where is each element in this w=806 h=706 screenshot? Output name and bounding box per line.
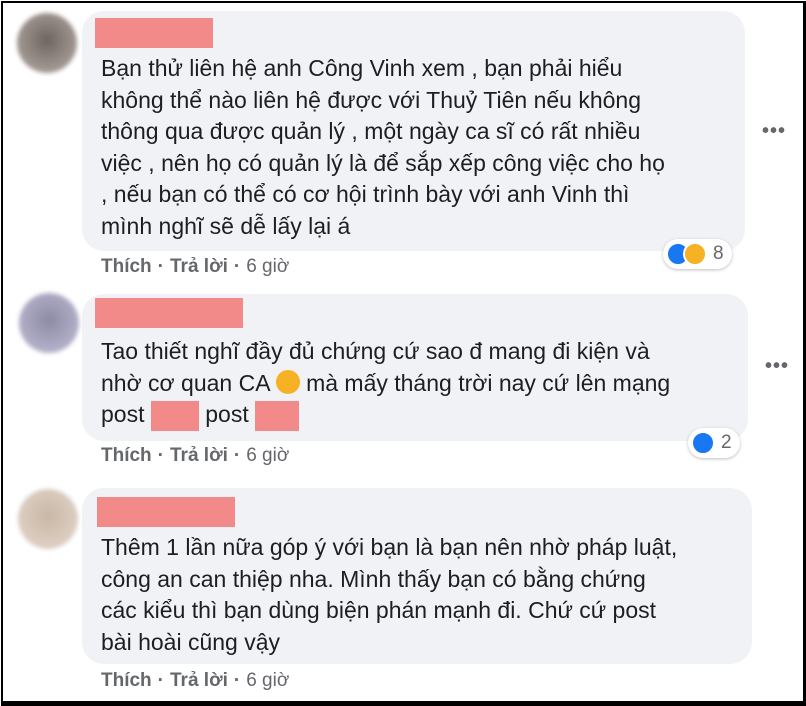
comment-line: thông qua được quản lý , một ngày ca sĩ …: [101, 118, 641, 144]
timestamp[interactable]: 6 giờ: [246, 445, 289, 466]
comment-line: , nếu bạn có thể có cơ hội trình bày với…: [101, 181, 630, 207]
comment-line: nhờ cơ quan CA mà mấy tháng trời nay cứ …: [101, 369, 671, 396]
like-button[interactable]: Thích: [101, 445, 152, 466]
comment-line: Bạn thử liên hệ anh Công Vinh xem , bạn …: [101, 55, 623, 81]
like-button[interactable]: Thích: [101, 256, 152, 277]
comment-actions: Thích · Trả lời · 6 giờ: [101, 256, 290, 277]
comment-actions: Thích · Trả lời · 6 giờ: [101, 670, 290, 691]
comment-text: Tao thiết nghĩ đầy đủ chứng cứ sao đ man…: [101, 336, 670, 431]
reaction-summary[interactable]: 8: [663, 239, 732, 269]
redacted-author-name[interactable]: [97, 497, 235, 527]
comment-text: Thêm 1 lần nữa góp ý với bạn là bạn nên …: [101, 532, 677, 658]
comment-line: Tao thiết nghĩ đầy đủ chứng cứ sao đ man…: [101, 338, 650, 364]
redacted-author-name[interactable]: [95, 298, 243, 328]
like-reaction-icon: [691, 431, 715, 455]
avatar[interactable]: [18, 489, 78, 549]
timestamp[interactable]: 6 giờ: [246, 256, 289, 277]
more-options-icon[interactable]: •••: [762, 120, 786, 143]
more-options-icon[interactable]: •••: [765, 355, 789, 378]
comment-line: mình nghĩ sẽ dễ lấy lại á: [101, 212, 351, 239]
redacted-author-name[interactable]: [95, 18, 213, 48]
timestamp[interactable]: 6 giờ: [246, 670, 289, 691]
laughing-emoji-icon: [275, 369, 300, 394]
comment-line: không thể nào liên hệ được với Thuỷ Tiên…: [101, 86, 641, 113]
reply-button[interactable]: Trả lời: [170, 670, 228, 691]
like-button[interactable]: Thích: [101, 670, 152, 691]
comment-line: post post: [101, 399, 670, 431]
avatar[interactable]: [19, 293, 79, 353]
redacted-word: [150, 400, 199, 431]
comment-line: công an can thiệp nha. Mình thấy bạn có …: [101, 565, 646, 592]
reaction-summary[interactable]: 2: [688, 428, 740, 458]
avatar[interactable]: [17, 13, 77, 73]
comment-line: bài hoài cũng vậy: [101, 628, 281, 655]
reply-button[interactable]: Trả lời: [170, 445, 228, 466]
comment-text: Bạn thử liên hệ anh Công Vinh xem , bạn …: [101, 53, 665, 242]
reply-button[interactable]: Trả lời: [170, 256, 228, 277]
comment-actions: Thích · Trả lời · 6 giờ: [101, 445, 290, 466]
redacted-word: [255, 400, 300, 431]
reaction-count: 2: [721, 432, 732, 453]
haha-reaction-icon: [683, 242, 707, 266]
comment-line: Thêm 1 lần nữa góp ý với bạn là bạn nên …: [101, 534, 678, 560]
comment-line: việc , nên họ có quản lý là để sắp xếp c…: [101, 149, 665, 176]
reaction-count: 8: [713, 243, 724, 264]
comment-line: các kiểu thì bạn dùng biện phán mạnh đi.…: [101, 597, 657, 623]
